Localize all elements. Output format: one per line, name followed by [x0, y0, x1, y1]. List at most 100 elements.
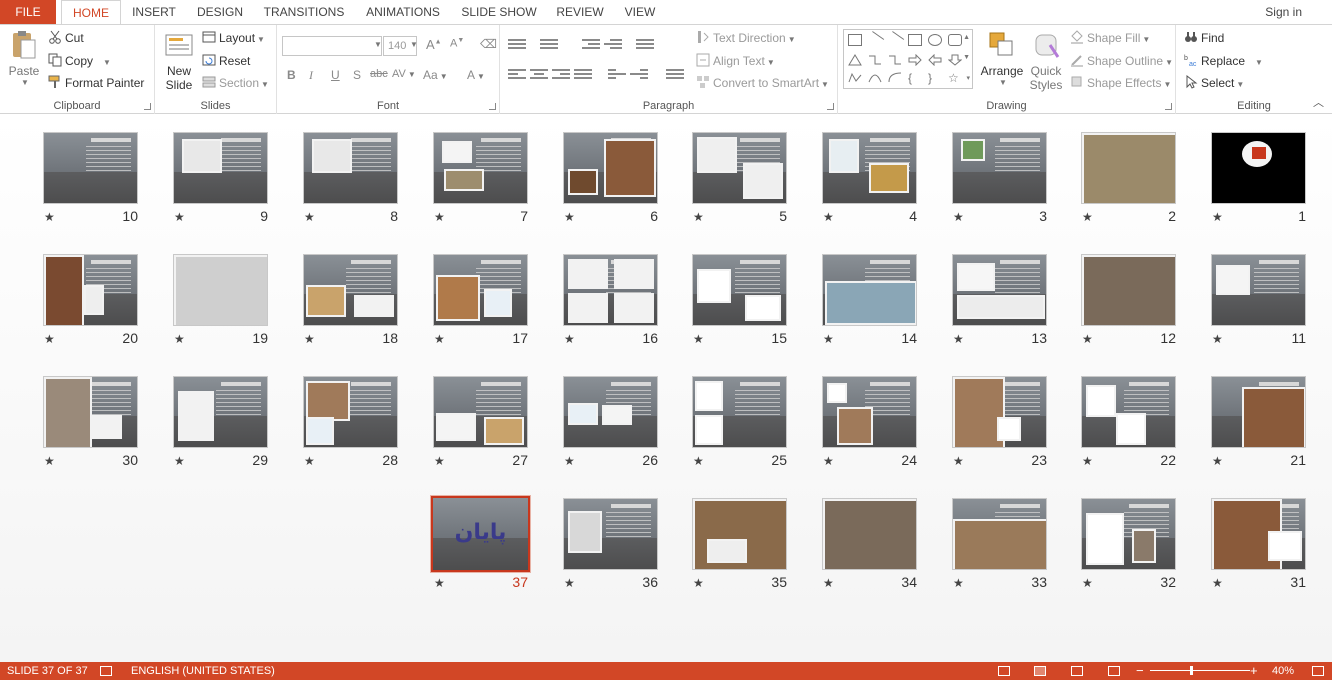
transition-indicator-icon[interactable]: ★: [564, 454, 575, 468]
slide-thumbnail-12[interactable]: [1081, 254, 1176, 326]
right-arrow-shape-icon[interactable]: [908, 53, 922, 67]
transition-indicator-icon[interactable]: ★: [174, 332, 185, 346]
slide-thumbnail-26[interactable]: [563, 376, 658, 448]
cut-button[interactable]: Cut: [48, 30, 84, 45]
slide-thumbnail-36[interactable]: [563, 498, 658, 570]
rounded-rect-shape-icon[interactable]: [948, 34, 962, 46]
left-arrow-shape-icon[interactable]: [928, 53, 942, 67]
slide-thumbnail-29[interactable]: [173, 376, 268, 448]
collapse-ribbon-icon[interactable]: ︿: [1313, 94, 1324, 110]
quick-styles-button[interactable]: Quick Styles: [1026, 29, 1066, 92]
slide-thumbnail-30[interactable]: [43, 376, 138, 448]
transition-indicator-icon[interactable]: ★: [44, 210, 55, 224]
replace-button[interactable]: b ac Replace ▼: [1184, 53, 1263, 68]
transition-indicator-icon[interactable]: ★: [304, 210, 315, 224]
numbering-icon[interactable]: [540, 39, 558, 53]
copy-button[interactable]: Copy ▼: [48, 53, 111, 68]
transition-indicator-icon[interactable]: ★: [564, 332, 575, 346]
character-spacing-button[interactable]: AV ▼: [392, 68, 416, 80]
slide-thumbnail-35[interactable]: [692, 498, 787, 570]
transition-indicator-icon[interactable]: ★: [564, 576, 575, 590]
down-arrow-shape-icon[interactable]: [947, 54, 963, 66]
font-size-dropdown-icon[interactable]: ▼: [410, 40, 418, 49]
transition-indicator-icon[interactable]: ★: [1212, 210, 1223, 224]
slide-thumbnail-16[interactable]: [563, 254, 658, 326]
drawing-launcher-icon[interactable]: [1165, 103, 1172, 110]
tab-design[interactable]: DESIGN: [190, 0, 250, 24]
transition-indicator-icon[interactable]: ★: [1082, 454, 1093, 468]
shape-effects-button[interactable]: Shape Effects ▼: [1070, 75, 1171, 90]
clear-formatting-icon[interactable]: ⌫: [480, 37, 497, 51]
elbow-arrow-shape-icon[interactable]: [888, 54, 902, 66]
increase-indent-icon[interactable]: [604, 39, 622, 53]
slide-thumbnail-27[interactable]: [433, 376, 528, 448]
gallery-scroll-up-icon[interactable]: ▲: [963, 34, 970, 41]
paste-dropdown-icon[interactable]: ▼: [6, 78, 44, 87]
transition-indicator-icon[interactable]: ★: [174, 454, 185, 468]
slide-thumbnail-23[interactable]: [952, 376, 1047, 448]
slide-thumbnail-34[interactable]: [822, 498, 917, 570]
fit-to-window-icon[interactable]: [1312, 666, 1324, 676]
clipboard-launcher-icon[interactable]: [144, 103, 151, 110]
rectangle-shape-icon[interactable]: [908, 34, 922, 46]
reading-view-icon[interactable]: [1071, 666, 1083, 676]
slide-thumbnail-18[interactable]: [303, 254, 398, 326]
oval-shape-icon[interactable]: [928, 34, 942, 46]
slide-thumbnail-13[interactable]: [952, 254, 1047, 326]
slide-thumbnail-9[interactable]: [173, 132, 268, 204]
spell-check-icon[interactable]: [100, 666, 112, 676]
transition-indicator-icon[interactable]: ★: [953, 576, 964, 590]
new-slide-button[interactable]: New Slide: [159, 29, 199, 92]
transition-indicator-icon[interactable]: ★: [44, 454, 55, 468]
gallery-more-icon[interactable]: ▾: [966, 74, 970, 82]
tab-transitions[interactable]: TRANSITIONS: [258, 0, 350, 24]
change-case-button[interactable]: Aa ▼: [423, 68, 448, 82]
slide-show-view-icon[interactable]: [1108, 666, 1120, 676]
shape-fill-button[interactable]: Shape Fill ▼: [1070, 30, 1150, 45]
slide-thumbnail-32[interactable]: [1081, 498, 1176, 570]
transition-indicator-icon[interactable]: ★: [953, 332, 964, 346]
font-launcher-icon[interactable]: [489, 103, 496, 110]
transition-indicator-icon[interactable]: ★: [434, 210, 445, 224]
left-brace-shape-icon[interactable]: {: [908, 72, 922, 84]
line-shape-icon[interactable]: [865, 31, 885, 49]
layout-button[interactable]: Layout ▼: [202, 30, 265, 45]
elbow-connector-shape-icon[interactable]: [868, 54, 882, 66]
shapes-gallery[interactable]: { } ☆ ▲ ▼ ▾: [843, 29, 973, 89]
justify-icon[interactable]: [574, 69, 592, 83]
zoom-slider-track[interactable]: [1150, 670, 1250, 671]
transition-indicator-icon[interactable]: ★: [823, 332, 834, 346]
transition-indicator-icon[interactable]: ★: [823, 576, 834, 590]
triangle-shape-icon[interactable]: [848, 54, 862, 66]
text-shadow-button[interactable]: S: [353, 68, 361, 82]
align-left-icon[interactable]: [508, 69, 526, 83]
font-color-button[interactable]: A ▼: [467, 68, 485, 82]
columns-icon[interactable]: [666, 69, 684, 83]
rtl-icon[interactable]: [630, 69, 648, 83]
align-text-button[interactable]: Align Text ▼: [696, 53, 775, 68]
strikethrough-button[interactable]: abc: [370, 68, 388, 80]
slide-thumbnail-2[interactable]: [1081, 132, 1176, 204]
transition-indicator-icon[interactable]: ★: [1082, 210, 1093, 224]
font-name-input[interactable]: [282, 36, 382, 56]
transition-indicator-icon[interactable]: ★: [693, 332, 704, 346]
transition-indicator-icon[interactable]: ★: [693, 454, 704, 468]
bold-button[interactable]: B: [287, 68, 296, 82]
shape-outline-button[interactable]: Shape Outline ▼: [1070, 53, 1173, 68]
transition-indicator-icon[interactable]: ★: [693, 576, 704, 590]
transition-indicator-icon[interactable]: ★: [1212, 332, 1223, 346]
transition-indicator-icon[interactable]: ★: [304, 454, 315, 468]
grow-font-icon[interactable]: A▲: [426, 37, 442, 52]
slide-thumbnail-25[interactable]: [692, 376, 787, 448]
slide-thumbnail-19[interactable]: [173, 254, 268, 326]
convert-smartart-button[interactable]: Convert to SmartArt ▼: [696, 75, 829, 90]
slide-thumbnail-24[interactable]: [822, 376, 917, 448]
tab-home[interactable]: HOME: [61, 0, 121, 25]
tab-slide-show[interactable]: SLIDE SHOW: [457, 0, 541, 24]
section-button[interactable]: Section ▼: [202, 75, 269, 90]
transition-indicator-icon[interactable]: ★: [823, 454, 834, 468]
star-shape-icon[interactable]: ☆: [948, 72, 962, 84]
curve-shape-icon[interactable]: [868, 72, 882, 84]
slide-thumbnail-14[interactable]: [822, 254, 917, 326]
italic-button[interactable]: I: [309, 68, 313, 83]
